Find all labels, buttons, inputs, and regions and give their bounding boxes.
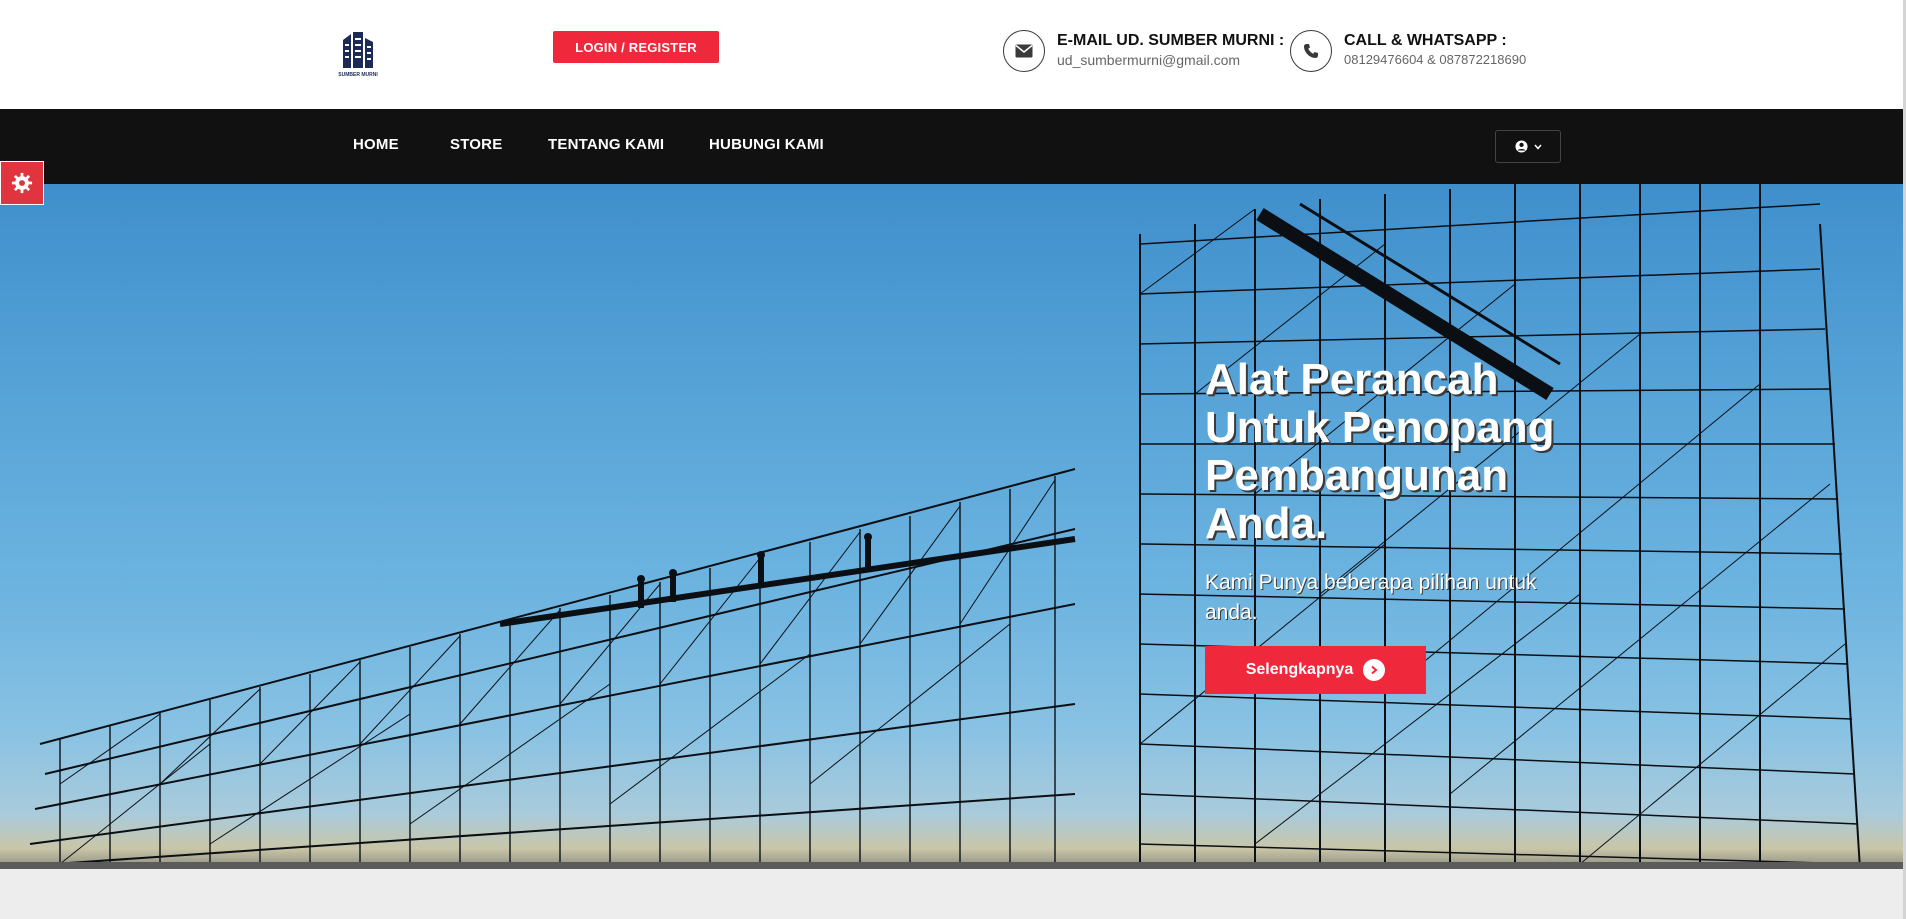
main-nav: HOME STORE TENTANG KAMI HUBUNGI KAMI (0, 109, 1906, 184)
phone-value[interactable]: 08129476604 & 087872218690 (1344, 51, 1526, 69)
cta-label: Selengkapnya (1245, 661, 1354, 678)
nav-store[interactable]: STORE (450, 136, 502, 153)
settings-toggle[interactable] (0, 161, 44, 205)
nav-home[interactable]: HOME (353, 136, 399, 153)
email-contact: E-MAIL UD. SUMBER MURNI : ud_sumbermurni… (1003, 30, 1284, 72)
hero-banner (0, 184, 1906, 869)
hero-title: Alat Perancah Untuk Penopang Pembangunan… (1205, 355, 1555, 548)
chevron-right-icon (1363, 659, 1386, 681)
phone-title: CALL & WHATSAPP : (1344, 32, 1507, 49)
nav-tentang-kami[interactable]: TENTANG KAMI (548, 136, 664, 153)
phone-icon (1304, 44, 1318, 58)
phone-contact: CALL & WHATSAPP : 08129476604 & 08787221… (1290, 30, 1526, 72)
email-icon-circle (1003, 30, 1045, 72)
hero-text-block: Alat Perancah Untuk Penopang Pembangunan… (1205, 356, 1585, 628)
scaffolding-silhouette-image (24, 184, 1861, 869)
logo-text: SUMBER MURNI (338, 72, 378, 78)
hero-bottom-strip (0, 862, 1906, 869)
hero-subtitle: Kami Punya beberapa pilihan untuk anda. (1205, 571, 1537, 624)
gear-icon (11, 172, 33, 194)
selengkapnya-button[interactable]: Selengkapnya (1205, 646, 1426, 694)
building-logo-icon: SUMBER MURNI (338, 32, 378, 78)
phone-icon-circle (1290, 30, 1332, 72)
nav-hubungi-kami[interactable]: HUBUNGI KAMI (709, 136, 824, 153)
login-register-button[interactable]: LOGIN / REGISTER (553, 31, 719, 63)
email-value[interactable]: ud_sumbermurni@gmail.com (1057, 51, 1284, 69)
user-circle-icon (1514, 140, 1528, 153)
user-dropdown[interactable] (1495, 130, 1561, 163)
email-title: E-MAIL UD. SUMBER MURNI : (1057, 32, 1285, 49)
top-header: SUMBER MURNI LOGIN / REGISTER E-MAIL UD.… (0, 0, 1906, 109)
chevron-down-icon (1533, 144, 1542, 150)
envelope-icon (1015, 44, 1033, 58)
site-logo[interactable]: SUMBER MURNI (337, 30, 379, 78)
